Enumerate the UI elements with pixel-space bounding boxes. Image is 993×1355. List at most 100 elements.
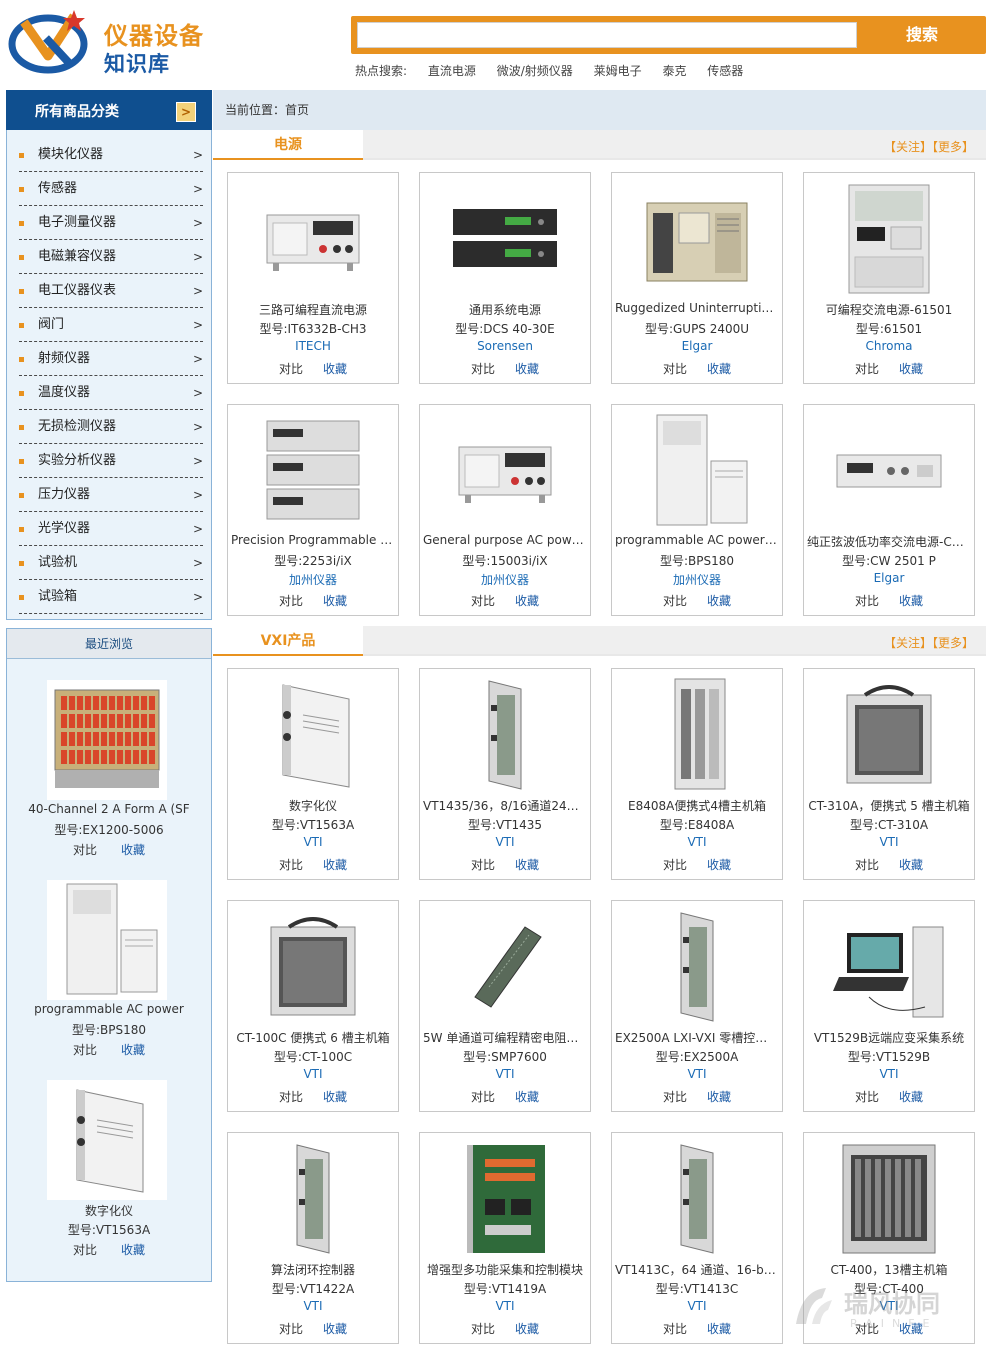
product-card[interactable]: 三路可编程直流电源 型号:IT6332B-CH3 ITECH 对比 收藏 (227, 172, 399, 384)
product-card[interactable]: 通用系统电源 型号:DCS 40-30E Sorensen 对比 收藏 (419, 172, 591, 384)
favorite-link[interactable]: 收藏 (515, 1322, 539, 1336)
vxi-slim-module-icon[interactable] (445, 675, 565, 795)
stacked-supply-icon[interactable] (253, 411, 373, 531)
favorite-link[interactable]: 收藏 (707, 594, 731, 608)
compare-link[interactable]: 对比 (471, 1322, 495, 1336)
favorite-link[interactable]: 收藏 (121, 1043, 145, 1057)
compare-link[interactable]: 对比 (855, 1090, 879, 1104)
favorite-link[interactable]: 收藏 (707, 858, 731, 872)
favorite-link[interactable]: 收藏 (899, 362, 923, 376)
product-card[interactable]: CT-310A，便携式 5 槽主机箱 型号:CT-310A VTI 对比 收藏 (803, 668, 975, 880)
favorite-link[interactable]: 收藏 (515, 362, 539, 376)
compare-link[interactable]: 对比 (471, 1090, 495, 1104)
favorite-link[interactable]: 收藏 (515, 594, 539, 608)
sidebar-item-category[interactable]: 实验分析仪器 > (19, 444, 203, 478)
strain-daq-system-icon[interactable] (829, 907, 949, 1027)
multifunction-board-icon[interactable] (445, 1139, 565, 1259)
compare-link[interactable]: 对比 (471, 858, 495, 872)
product-card[interactable]: programmable AC power source 型号:BPS180 加州仪… (611, 404, 783, 616)
ac-power-source-icon[interactable] (445, 411, 565, 531)
compare-link[interactable]: 对比 (663, 362, 687, 376)
hot-link[interactable]: 泰克 (662, 64, 686, 78)
slot-zero-controller-icon[interactable] (637, 907, 757, 1027)
sidebar-item-category[interactable]: 光学仪器 > (19, 512, 203, 546)
compare-link[interactable]: 对比 (279, 362, 303, 376)
product-brand[interactable]: VTI (420, 835, 590, 849)
resistor-board-icon[interactable] (445, 907, 565, 1027)
more-link[interactable]: 【更多】 (932, 636, 974, 650)
product-brand[interactable]: 加州仪器 (420, 571, 590, 588)
product-brand[interactable]: VTI (228, 835, 398, 849)
product-brand[interactable]: Elgar (612, 339, 782, 353)
hot-link[interactable]: 微波/射频仪器 (497, 64, 573, 78)
search-button[interactable]: 搜索 (858, 16, 986, 54)
arrow-right-icon[interactable]: > (176, 102, 196, 122)
favorite-link[interactable]: 收藏 (515, 1090, 539, 1104)
compare-link[interactable]: 对比 (73, 1043, 97, 1057)
recent-item-name[interactable]: programmable AC power (7, 1002, 211, 1016)
product-card[interactable]: 数字化仪 型号:VT1563A VTI 对比 收藏 (227, 668, 399, 880)
product-name[interactable]: Precision Programmable Power (228, 533, 398, 547)
product-card[interactable]: 可编程交流电源-61501 型号:61501 Chroma 对比 收藏 (803, 172, 975, 384)
bench-power-supply-icon[interactable] (253, 179, 373, 299)
follow-link[interactable]: 【关注】 (884, 140, 932, 154)
product-name[interactable]: 三路可编程直流电源 (228, 301, 398, 318)
favorite-link[interactable]: 收藏 (707, 1322, 731, 1336)
favorite-link[interactable]: 收藏 (707, 362, 731, 376)
sidebar-item-category[interactable]: 电子测量仪器 > (19, 206, 203, 240)
sidebar-item-category[interactable]: 射频仪器 > (19, 342, 203, 376)
product-brand[interactable]: Elgar (804, 571, 974, 585)
compare-link[interactable]: 对比 (663, 594, 687, 608)
product-name[interactable]: VT1435/36，8/16通道24位数字化仪 (420, 797, 590, 814)
product-card[interactable]: E8408A便携式4槽主机箱 型号:E8408A VTI 对比 收藏 (611, 668, 783, 880)
favorite-link[interactable]: 收藏 (323, 1322, 347, 1336)
section-title[interactable]: VXI产品 (213, 626, 363, 656)
search-input[interactable] (357, 22, 857, 48)
scan-module-icon[interactable] (637, 1139, 757, 1259)
product-name[interactable]: EX2500A LXI-VXI 零槽控制器 (612, 1029, 782, 1046)
product-brand[interactable]: ITECH (228, 339, 398, 353)
product-brand[interactable]: VTI (228, 1067, 398, 1081)
sidebar-item-category[interactable]: 压力仪器 > (19, 478, 203, 512)
hot-link[interactable]: 直流电源 (428, 64, 476, 78)
product-brand[interactable]: VTI (612, 1299, 782, 1313)
compare-link[interactable]: 对比 (855, 858, 879, 872)
product-name[interactable]: 数字化仪 (228, 797, 398, 814)
product-name[interactable]: CT-310A，便携式 5 槽主机箱 (804, 797, 974, 814)
product-card[interactable]: 算法闭环控制器 型号:VT1422A VTI 对比 收藏 (227, 1132, 399, 1344)
recent-item-name[interactable]: 40-Channel 2 A Form A (SF (7, 802, 211, 816)
product-card[interactable]: 纯正弦波低功率交流电源-CW2501P 型号:CW 2501 P Elgar 对比 收藏 (803, 404, 975, 616)
compare-link[interactable]: 对比 (471, 362, 495, 376)
favorite-link[interactable]: 收藏 (899, 858, 923, 872)
product-card[interactable]: 增强型多功能采集和控制模块 型号:VT1419A VTI 对比 收藏 (419, 1132, 591, 1344)
product-name[interactable]: General purpose AC power source (420, 533, 590, 547)
site-logo[interactable]: 仪器设备 知识库 (8, 6, 218, 78)
favorite-link[interactable]: 收藏 (323, 858, 347, 872)
product-brand[interactable]: VTI (420, 1299, 590, 1313)
product-name[interactable]: 5W 单通道可编程精密电阻负载模块 (420, 1029, 590, 1046)
sidebar-item-category[interactable]: 温度仪器 > (19, 376, 203, 410)
sidebar-item-category[interactable]: 传感器 > (19, 172, 203, 206)
compare-link[interactable]: 对比 (73, 1243, 97, 1257)
favorite-link[interactable]: 收藏 (121, 1243, 145, 1257)
favorite-link[interactable]: 收藏 (515, 858, 539, 872)
compare-link[interactable]: 对比 (279, 1322, 303, 1336)
favorite-link[interactable]: 收藏 (899, 1090, 923, 1104)
product-card[interactable]: VT1529B远端应变采集系统 型号:VT1529B VTI 对比 收藏 (803, 900, 975, 1112)
sidebar-item-category[interactable]: 试验机 > (19, 546, 203, 580)
compare-link[interactable]: 对比 (279, 858, 303, 872)
recent-item-name[interactable]: 数字化仪 (7, 1202, 211, 1219)
product-brand[interactable]: VTI (612, 1067, 782, 1081)
vxi-mainframe-icon[interactable] (637, 675, 757, 795)
product-brand[interactable]: 加州仪器 (228, 571, 398, 588)
compare-link[interactable]: 对比 (663, 1322, 687, 1336)
product-name[interactable]: VT1413C，64 通道、16-bit 扫描模块 (612, 1261, 782, 1278)
sidebar-item-category[interactable]: 电磁兼容仪器 > (19, 240, 203, 274)
product-card[interactable]: Precision Programmable Power 型号:2253i/iX 加… (227, 404, 399, 616)
sidebar-item-category[interactable]: 试验箱 > (19, 580, 203, 614)
chassis-handle-icon[interactable] (253, 907, 373, 1027)
compare-link[interactable]: 对比 (855, 594, 879, 608)
section-title[interactable]: 电源 (213, 130, 363, 160)
low-power-ac-icon[interactable] (829, 411, 949, 531)
sidebar-item-category[interactable]: 阀门 > (19, 308, 203, 342)
